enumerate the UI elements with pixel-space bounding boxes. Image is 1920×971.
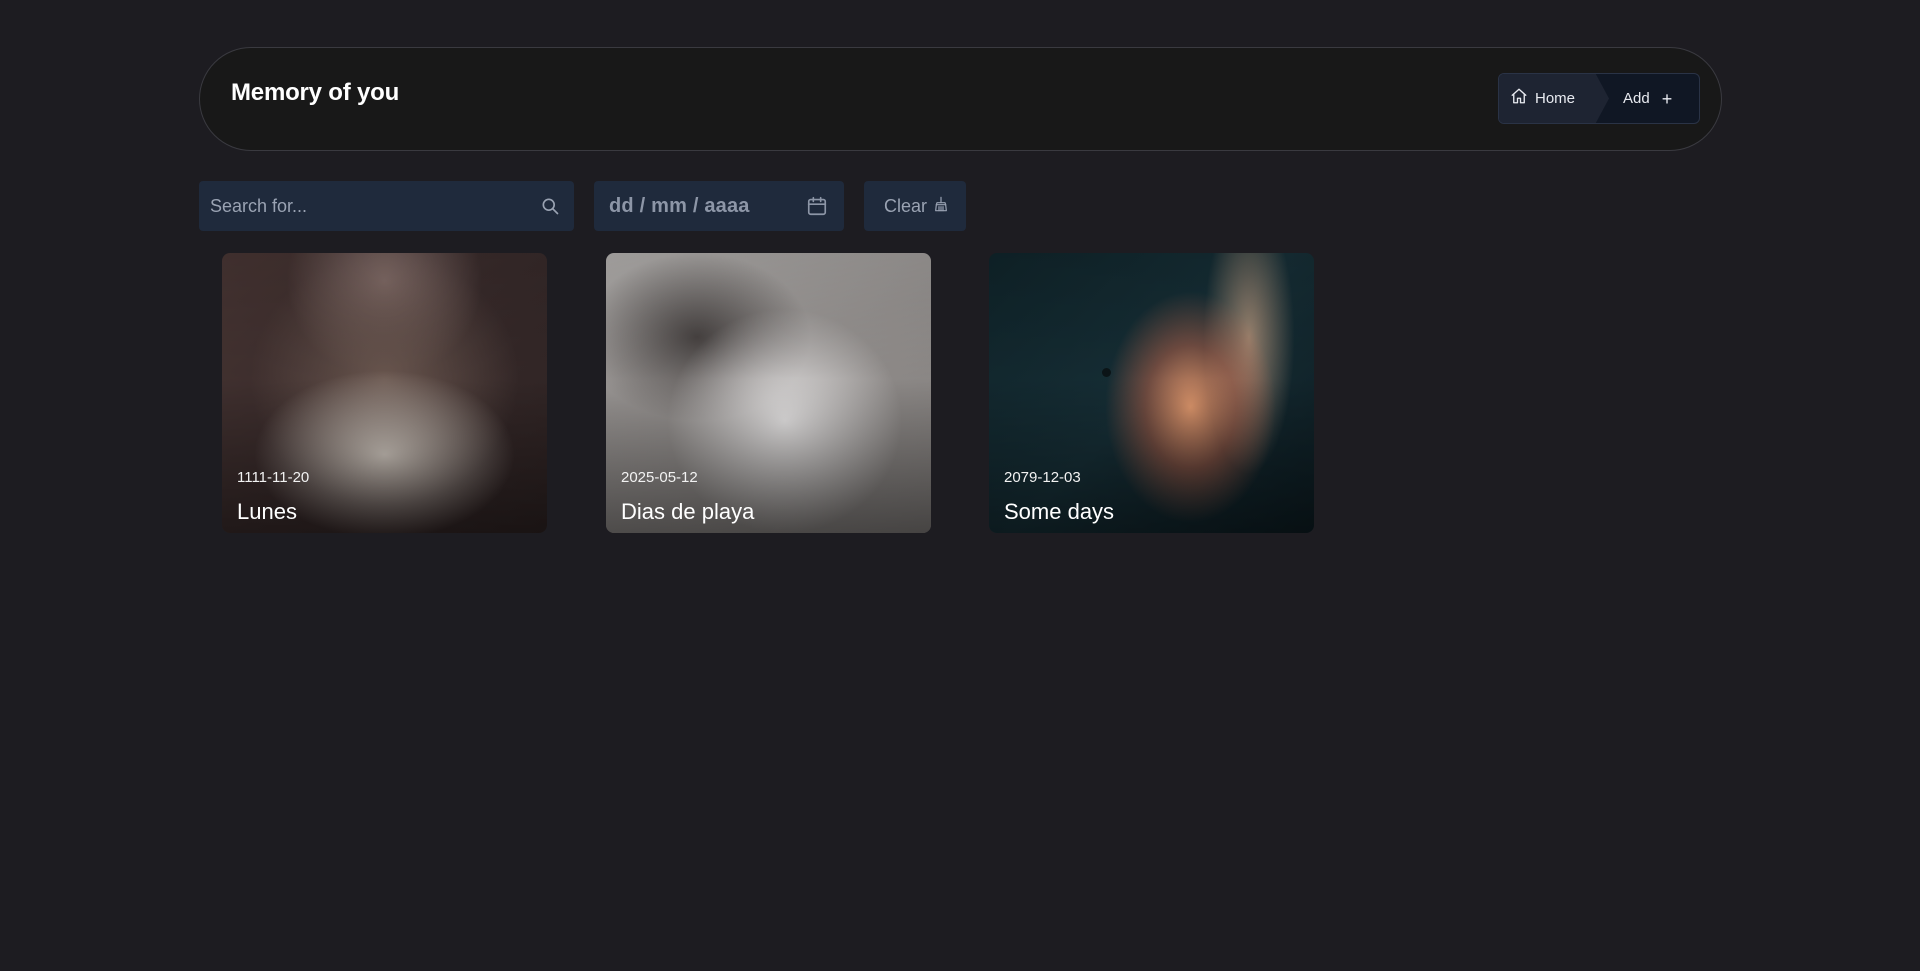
calendar-icon[interactable] xyxy=(806,195,828,222)
kitten-photo xyxy=(222,253,547,533)
search-input[interactable] xyxy=(199,181,574,231)
search-icon[interactable] xyxy=(540,196,560,221)
memory-card[interactable]: 2025-05-12 Dias de playa xyxy=(606,253,931,533)
search-box xyxy=(199,181,574,231)
home-icon xyxy=(1510,87,1528,110)
clear-label: Clear xyxy=(884,195,928,216)
plus-icon: + xyxy=(1661,88,1673,109)
app-header: Memory of you Home Add + xyxy=(199,47,1722,151)
memory-card[interactable]: 2079-12-03 Some days xyxy=(989,253,1314,533)
page-title: Memory of you xyxy=(231,79,400,106)
date-filter-input[interactable]: dd / mm / aaaa xyxy=(594,181,844,231)
memory-card[interactable]: 1111-11-20 Lunes xyxy=(222,253,547,533)
home-link[interactable]: Home xyxy=(1499,74,1609,123)
card-date: 2079-12-03 xyxy=(1004,469,1081,486)
broom-icon xyxy=(933,196,949,217)
add-link[interactable]: Add + xyxy=(1623,74,1699,123)
card-title: Some days xyxy=(1004,499,1115,524)
card-date: 2025-05-12 xyxy=(621,469,698,486)
card-title: Lunes xyxy=(237,499,297,524)
date-placeholder: dd / mm / aaaa xyxy=(609,194,750,217)
clear-button[interactable]: Clear xyxy=(864,181,966,231)
breadcrumb-nav: Home Add + xyxy=(1498,73,1700,124)
card-title: Dias de playa xyxy=(621,499,755,524)
home-label: Home xyxy=(1535,90,1576,107)
cat-photo xyxy=(606,253,931,533)
add-label: Add xyxy=(1623,90,1650,107)
black-hole-art xyxy=(989,253,1314,533)
card-date: 1111-11-20 xyxy=(237,469,310,486)
